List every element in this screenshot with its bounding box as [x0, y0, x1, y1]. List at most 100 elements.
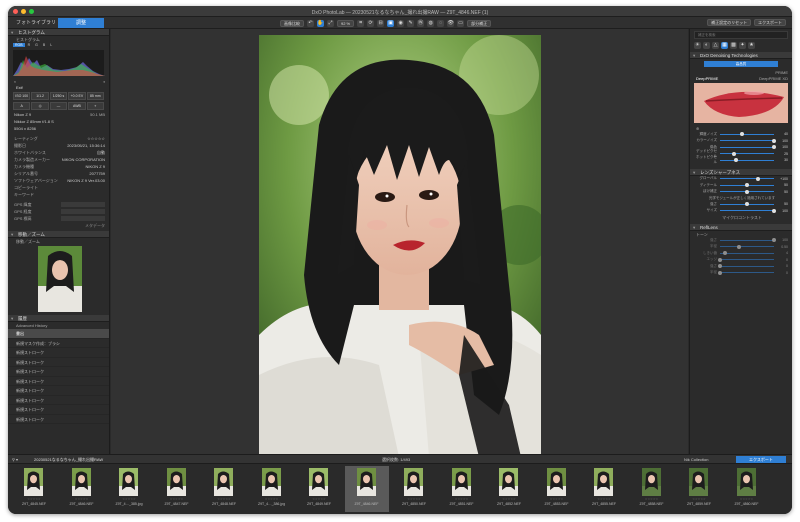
thumbnail-rating[interactable]: ☆☆☆☆☆ [250, 497, 294, 501]
history-item[interactable]: 新規ストローク [8, 367, 109, 377]
tab-photo-library[interactable]: フォトライブラリ [10, 18, 62, 28]
mask-icon[interactable]: ◌ [437, 19, 445, 27]
slider-track[interactable] [720, 238, 776, 243]
thumbnail-image[interactable] [356, 468, 376, 496]
slider-knob[interactable] [731, 151, 736, 156]
filmstrip-thumb[interactable]: ☆☆☆☆☆ Z9T_4846.NEF [344, 466, 389, 512]
channel-b[interactable]: B [41, 43, 47, 47]
filmstrip-thumb[interactable]: ☆☆☆☆☆ Z9T_4859.NEF [677, 466, 721, 512]
filmstrip-thumb[interactable]: ☆☆☆☆☆ Z9T_4853.NEF [535, 466, 579, 512]
slider-track[interactable] [720, 158, 774, 163]
history-item[interactable]: 新規ストローク [8, 377, 109, 386]
slider-track[interactable] [720, 202, 774, 207]
metadata-link[interactable]: メタデータ [85, 222, 105, 229]
navigator-panel-header[interactable]: 移動／ズーム [8, 231, 109, 238]
thumbnail-rating[interactable]: ☆☆☆☆☆ [487, 497, 531, 501]
thumbnail-rating[interactable]: ☆☆☆☆☆ [202, 497, 246, 501]
export-top-button[interactable]: エクスポート [754, 19, 786, 26]
thumbnail-image[interactable] [166, 468, 186, 496]
fit-icon[interactable]: ⤢ [327, 19, 334, 27]
thumbnail-rating[interactable]: ☆☆☆☆☆ [535, 497, 579, 501]
undo-icon[interactable]: ↶ [307, 19, 314, 27]
history-item[interactable]: 新規ストローク [8, 386, 109, 396]
histogram-panel-header[interactable]: ヒストグラム [8, 29, 109, 36]
thumbnail-rating[interactable]: ☆☆☆☆☆ [582, 497, 626, 501]
deep-prime-option[interactable]: DeepPRIME [696, 75, 718, 81]
thumbnail-image[interactable] [594, 468, 613, 496]
thumbnail-image[interactable] [451, 468, 471, 496]
hand-tool-icon[interactable]: ✋ [317, 19, 324, 27]
image-viewer[interactable] [111, 29, 688, 457]
preview-zoom-icon[interactable]: ⊕ [696, 125, 699, 131]
gps-field[interactable] [61, 209, 105, 214]
history-item[interactable]: 書出 [8, 329, 109, 339]
filter-icon[interactable]: ⚲ ▾ [12, 457, 18, 462]
tab-customize[interactable]: 調整 [58, 18, 104, 28]
slider-knob[interactable] [755, 176, 760, 181]
thumbnail-image[interactable] [214, 468, 233, 496]
filmstrip-thumb[interactable]: ☆☆☆☆☆ Z9T_4845.NEF [12, 466, 56, 512]
lens-sharpness-panel-header[interactable]: レンズシャープネス [690, 168, 792, 176]
filmstrip-thumb[interactable]: ☆☆☆☆☆ Z9T_4858.NEF [630, 466, 674, 512]
perspective-icon[interactable]: ▣ [387, 19, 395, 27]
thumbnail-rating[interactable]: ☆☆☆☆☆ [107, 497, 151, 501]
navigator-thumbnail[interactable] [38, 246, 82, 312]
channel-r[interactable]: R [26, 43, 33, 47]
denoise-preview[interactable] [694, 83, 788, 123]
rotate-icon[interactable]: ⟳ [367, 19, 375, 27]
slider-track[interactable] [720, 138, 776, 143]
thumbnail-rating[interactable]: ☆☆☆☆☆ [630, 497, 674, 501]
color-icon[interactable]: ◐ [703, 42, 710, 49]
thumbnail-image[interactable] [309, 468, 328, 496]
slider-track[interactable] [720, 151, 774, 156]
filmstrip-thumb[interactable]: ☆☆☆☆☆ Z9T_4847.NEF [155, 466, 199, 512]
effects-icon[interactable]: ✦ [739, 42, 746, 49]
thumbnail-image[interactable] [499, 468, 518, 496]
reset-corrections-button[interactable]: 補正設定のリセット [707, 19, 752, 26]
reflens-panel-header[interactable]: ReflLens [690, 224, 792, 231]
slider-knob[interactable] [739, 132, 744, 137]
history-item[interactable]: 新規ストローク [8, 396, 109, 405]
slider-knob[interactable] [745, 189, 749, 194]
history-item[interactable]: 新規ストローク [8, 405, 109, 415]
denoise-panel-header[interactable]: DxO Denoising Technologies [690, 52, 792, 59]
slider-track[interactable] [718, 264, 774, 269]
highlight-clipping-icon[interactable]: ◑ [103, 78, 105, 84]
retouch-icon[interactable]: ✎ [407, 19, 415, 27]
thumbnail-image[interactable] [261, 468, 281, 496]
filmstrip-thumb[interactable]: ☆☆☆☆☆ Z9T_4851.NEF [440, 466, 484, 512]
light-icon[interactable]: ☀ [694, 42, 701, 49]
slider-knob[interactable] [772, 208, 776, 213]
display-icon[interactable]: ▭ [457, 19, 465, 27]
watermark-icon[interactable]: Ⓦ [417, 19, 425, 27]
crop-icon[interactable]: ⌗ [357, 19, 365, 27]
denoise-quality-button[interactable]: 高品質 [704, 61, 778, 67]
thumbnail-rating[interactable]: ☆☆☆☆☆ [725, 497, 769, 501]
history-item[interactable]: 新規マスク作成：ブラシ [8, 339, 109, 348]
thumbnail-image[interactable] [641, 468, 661, 496]
thumbnail-image[interactable] [119, 468, 138, 496]
slider-track[interactable] [720, 189, 774, 194]
history-panel-header[interactable]: 履歴 [8, 315, 109, 322]
local-adjustments-button[interactable]: 部分補正 [467, 19, 492, 27]
compare-button[interactable]: 画像比較 [280, 19, 304, 27]
history-item[interactable]: 新規ストローク [8, 415, 109, 424]
filmstrip-thumb[interactable]: ☆☆☆☆☆ Z9T_4849.NEF [297, 466, 341, 512]
detail-icon[interactable]: △ [712, 42, 719, 49]
channel-g[interactable]: G [33, 43, 40, 47]
thumbnail-rating[interactable]: ☆☆☆☆☆ [440, 497, 484, 501]
thumbnail-rating[interactable]: ☆☆☆☆☆ [12, 497, 56, 501]
filmstrip-thumb[interactable]: ☆☆☆☆☆ Z9T_4860.NEF [725, 466, 769, 512]
slider-knob[interactable] [718, 264, 722, 269]
history-item[interactable]: 新規ストローク [8, 348, 109, 358]
slider-knob[interactable] [736, 244, 741, 249]
slider-knob[interactable] [734, 158, 739, 163]
thumbnail-rating[interactable]: ☆☆☆☆☆ [155, 497, 199, 501]
slider-track[interactable] [720, 251, 774, 256]
slider-knob[interactable] [723, 251, 728, 256]
slider-row[interactable]: 半径 0 [690, 270, 792, 277]
slider-track[interactable] [720, 244, 774, 249]
slider-knob[interactable] [772, 138, 776, 143]
slider-track[interactable] [720, 183, 774, 188]
gps-field[interactable] [61, 216, 105, 221]
